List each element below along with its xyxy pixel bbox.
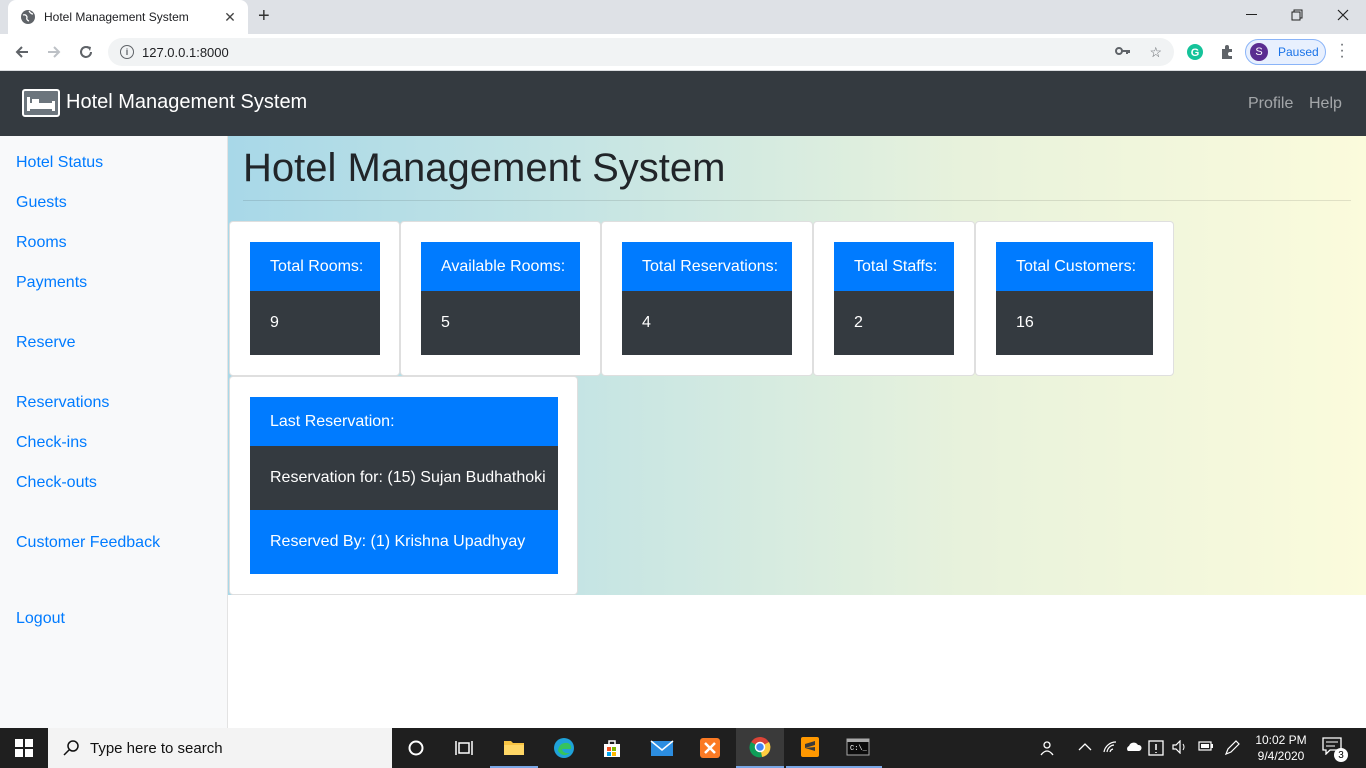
stat-card-available-rooms: Available Rooms: 5 [400, 221, 601, 376]
xampp-icon[interactable] [686, 728, 734, 768]
stat-value: 9 [250, 291, 380, 355]
sidebar-item-reserve[interactable]: Reserve [16, 334, 76, 352]
close-icon[interactable]: ✕ [222, 9, 238, 26]
terminal-icon[interactable]: C:\_ [834, 728, 882, 768]
reload-icon[interactable] [74, 41, 98, 63]
profile-status: Paused [1278, 45, 1319, 59]
onedrive-cloud-icon[interactable] [1124, 740, 1142, 755]
people-icon[interactable] [1040, 740, 1058, 759]
sidebar-item-rooms[interactable]: Rooms [16, 234, 67, 252]
stat-value: 16 [996, 291, 1153, 355]
tab-title: Hotel Management System [44, 10, 189, 24]
page-title: Hotel Management System [243, 146, 726, 190]
taskbar-search-input[interactable]: Type here to search [48, 728, 392, 768]
edge-browser-icon[interactable] [540, 728, 588, 768]
sidebar-item-logout[interactable]: Logout [16, 610, 65, 628]
stat-label: Total Rooms: [250, 242, 380, 291]
stat-label: Available Rooms: [421, 242, 580, 291]
title-divider [243, 200, 1351, 201]
sidebar-item-guests[interactable]: Guests [16, 194, 67, 212]
window-close-icon[interactable] [1320, 0, 1366, 30]
reserved-by-text: Reserved By: (1) Krishna Upadhyay [250, 510, 558, 574]
windows-start-icon[interactable] [0, 728, 48, 768]
brand-title[interactable]: Hotel Management System [66, 91, 307, 114]
sidebar-item-check-outs[interactable]: Check-outs [16, 474, 97, 492]
svg-text:C:\_: C:\_ [850, 745, 868, 753]
globe-icon [21, 10, 35, 24]
forward-arrow-icon[interactable] [42, 41, 66, 63]
nav-profile-link[interactable]: Profile [1248, 95, 1293, 113]
stat-card-total-reservations: Total Reservations: 4 [601, 221, 813, 376]
task-view-icon[interactable] [440, 728, 488, 768]
restore-icon[interactable] [1274, 0, 1320, 30]
stat-value: 2 [834, 291, 954, 355]
browser-tab[interactable]: Hotel Management System ✕ [8, 0, 248, 34]
update-notice-icon[interactable] [1148, 740, 1164, 759]
sidebar [0, 136, 228, 728]
cortana-icon[interactable] [392, 728, 440, 768]
store-icon[interactable] [588, 728, 636, 768]
back-arrow-icon[interactable] [10, 41, 34, 63]
clock-date: 9/4/2020 [1257, 749, 1305, 763]
stat-value: 4 [622, 291, 792, 355]
reservation-for-text: Reservation for: (15) Sujan Budhathoki [250, 446, 558, 510]
file-explorer-icon[interactable] [490, 728, 538, 768]
star-icon[interactable]: ☆ [1149, 44, 1162, 61]
sidebar-item-check-ins[interactable]: Check-ins [16, 434, 87, 452]
profile-button[interactable]: S Paused [1245, 39, 1326, 65]
browser-tab-strip: Hotel Management System ✕ + [0, 0, 1366, 34]
last-reservation-header: Last Reservation: [250, 397, 558, 446]
taskbar-clock[interactable]: 10:02 PM 9/4/2020 [1248, 732, 1314, 764]
stat-value: 5 [421, 291, 580, 355]
sidebar-item-reservations[interactable]: Reservations [16, 394, 109, 412]
avatar: S [1250, 43, 1268, 61]
stat-label: Total Customers: [996, 242, 1153, 291]
url-text: 127.0.0.1:8000 [142, 44, 229, 60]
browser-toolbar: i 127.0.0.1:8000 ☆ G S Paused · · · [0, 34, 1366, 71]
battery-icon[interactable] [1198, 740, 1214, 755]
nav-help-link[interactable]: Help [1309, 95, 1342, 113]
address-bar[interactable]: i 127.0.0.1:8000 ☆ [108, 38, 1174, 66]
minimize-icon[interactable] [1228, 0, 1274, 30]
stat-label: Total Reservations: [622, 242, 792, 291]
windows-taskbar: Type here to search C:\_ 10:02 PM 9/4/20… [0, 728, 1366, 768]
key-icon[interactable] [1115, 44, 1131, 61]
sidebar-item-payments[interactable]: Payments [16, 274, 87, 292]
stat-card-total-customers: Total Customers: 16 [975, 221, 1174, 376]
search-placeholder: Type here to search [90, 739, 223, 757]
pen-icon[interactable] [1224, 740, 1240, 759]
grammarly-icon[interactable]: G [1184, 41, 1206, 63]
more-menu-icon[interactable]: · · · [1337, 37, 1347, 65]
notification-count-badge: 3 [1334, 748, 1348, 762]
sublime-text-icon[interactable] [786, 728, 834, 768]
search-icon [63, 740, 79, 756]
stat-label: Total Staffs: [834, 242, 954, 291]
puzzle-extensions-icon[interactable] [1216, 41, 1238, 63]
volume-icon[interactable] [1172, 739, 1188, 757]
sidebar-item-customer-feedback[interactable]: Customer Feedback [16, 534, 160, 552]
chrome-icon[interactable] [736, 728, 784, 768]
hotel-bed-logo-icon[interactable] [22, 89, 60, 117]
mail-icon[interactable] [638, 728, 686, 768]
clock-time: 10:02 PM [1255, 733, 1307, 747]
wifi-icon[interactable] [1102, 740, 1118, 757]
site-info-icon[interactable]: i [120, 45, 134, 59]
stat-card-total-staffs: Total Staffs: 2 [813, 221, 975, 376]
last-reservation-card: Last Reservation: Reservation for: (15) … [229, 376, 578, 595]
svg-text:G: G [1191, 47, 1200, 59]
new-tab-icon[interactable]: + [258, 6, 270, 26]
stat-card-total-rooms: Total Rooms: 9 [229, 221, 400, 376]
chevron-up-icon[interactable] [1078, 740, 1092, 755]
sidebar-item-hotel-status[interactable]: Hotel Status [16, 154, 103, 172]
